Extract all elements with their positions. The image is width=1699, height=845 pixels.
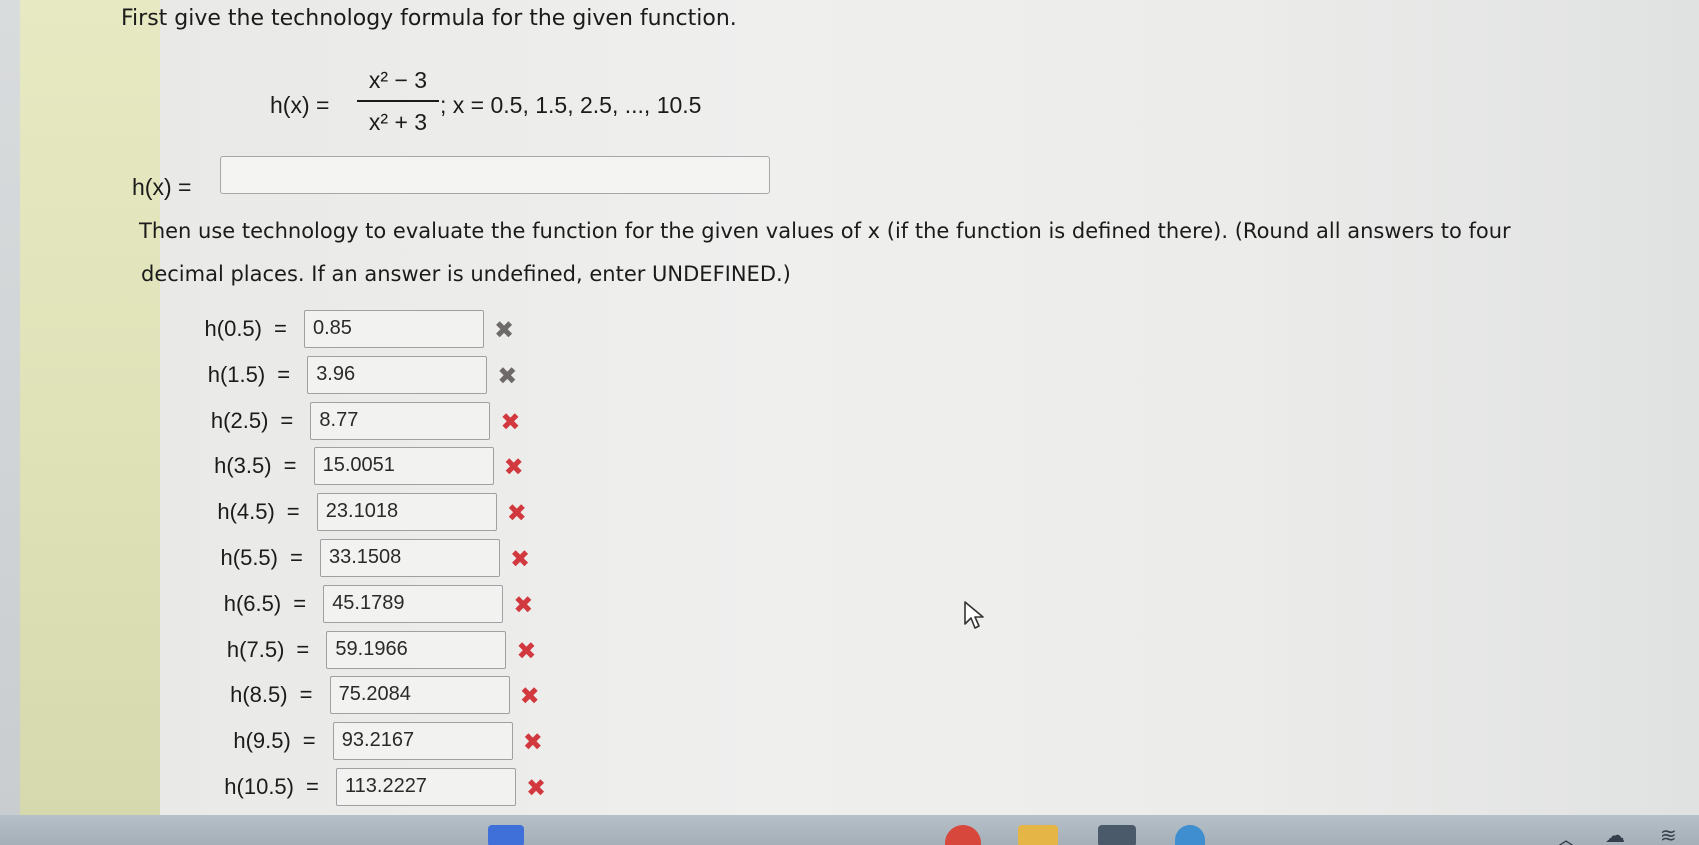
answer-input[interactable]: 75.2084 — [329, 676, 510, 715]
row-label: h(7.5) — [226, 636, 285, 662]
row-equals: = — [283, 453, 297, 479]
answer-input[interactable]: 23.1018 — [316, 493, 497, 532]
question-intro: First give the technology formula for th… — [121, 6, 737, 31]
row-label: h(1.5) — [207, 361, 266, 387]
answer-input[interactable]: 0.85 — [304, 310, 484, 348]
x-mark-icon: ✖ — [503, 453, 524, 482]
folder-icon[interactable] — [1018, 825, 1058, 845]
fraction-denominator: x² + 3 — [368, 109, 428, 135]
answer-input[interactable]: 45.1789 — [323, 584, 504, 623]
fraction-bar — [357, 100, 439, 102]
row-label: h(9.5) — [233, 728, 291, 754]
answer-input[interactable]: 113.2227 — [336, 768, 516, 806]
mouse-pointer-icon — [964, 601, 984, 629]
function-label: h(x) = — [270, 92, 330, 118]
row-equals: = — [274, 316, 287, 341]
browser-icon[interactable] — [945, 825, 981, 845]
fraction-numerator: x² − 3 — [368, 67, 428, 93]
answer-input[interactable]: 8.77 — [310, 401, 491, 440]
row-label: h(8.5) — [230, 682, 288, 708]
row-label: h(4.5) — [217, 499, 275, 525]
x-mark-icon: ✖ — [506, 499, 527, 528]
formula-input[interactable] — [220, 156, 770, 194]
row-label: h(10.5) — [224, 774, 294, 799]
row-equals: = — [293, 590, 307, 616]
row-equals: = — [290, 545, 303, 570]
row-equals: = — [286, 499, 300, 525]
row-equals: = — [302, 728, 316, 754]
sidebar-stripe — [20, 0, 160, 815]
answer-input[interactable]: 15.0051 — [313, 447, 494, 486]
row-label: h(5.5) — [220, 545, 278, 570]
x-mark-icon: ✖ — [526, 774, 547, 802]
wifi-icon[interactable]: ≋ — [1660, 823, 1677, 845]
function-domain: ; x = 0.5, 1.5, 2.5, ..., 10.5 — [440, 92, 702, 118]
row-equals: = — [299, 682, 313, 708]
app-icon[interactable] — [1175, 825, 1205, 845]
answer-input[interactable]: 3.96 — [307, 355, 488, 394]
x-mark-icon: ✖ — [516, 636, 537, 665]
chevron-up-icon[interactable]: ︿ — [1556, 823, 1576, 845]
x-mark-icon: ✖ — [497, 361, 518, 390]
row-label: h(2.5) — [210, 407, 269, 433]
instructions-line-1: Then use technology to evaluate the func… — [139, 219, 1511, 243]
x-mark-icon: ✖ — [494, 316, 515, 344]
taskbar: ︿ ☁ ≋ — [0, 815, 1699, 845]
x-mark-icon: ✖ — [510, 545, 531, 573]
row-label: h(6.5) — [223, 590, 282, 616]
row-label: h(0.5) — [204, 316, 262, 341]
store-icon[interactable] — [1098, 825, 1136, 845]
x-mark-icon: ✖ — [522, 728, 543, 757]
x-mark-icon: ✖ — [519, 682, 540, 711]
screen: First give the technology formula for th… — [0, 0, 1699, 845]
x-mark-icon: ✖ — [513, 590, 534, 619]
cloud-icon[interactable]: ☁ — [1605, 823, 1625, 845]
row-equals: = — [296, 636, 310, 662]
window-edge — [0, 0, 20, 815]
answer-input[interactable]: 59.1966 — [326, 630, 507, 669]
answer-input[interactable]: 33.1508 — [320, 539, 500, 577]
start-grid-icon[interactable] — [488, 825, 524, 845]
instructions-line-2: decimal places. If an answer is undefine… — [141, 262, 791, 286]
formula-input-label: h(x) = — [132, 174, 192, 200]
row-equals: = — [280, 407, 294, 433]
answer-input[interactable]: 93.2167 — [332, 722, 513, 761]
row-label: h(3.5) — [214, 453, 272, 479]
row-equals: = — [277, 361, 291, 387]
function-fraction: x² − 3 x² + 3 — [357, 62, 439, 140]
row-equals: = — [306, 774, 319, 799]
x-mark-icon: ✖ — [500, 407, 521, 436]
